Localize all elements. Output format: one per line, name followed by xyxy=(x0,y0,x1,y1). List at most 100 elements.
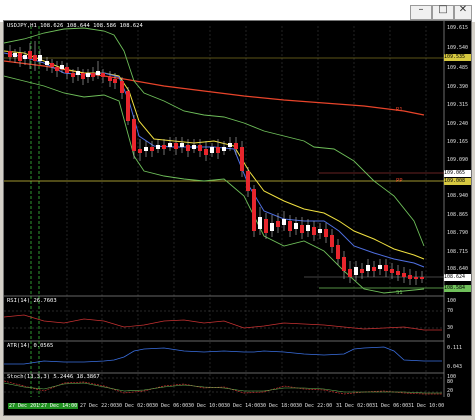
time-tick: 31 Dec 02:00 xyxy=(336,403,373,409)
bear-candle xyxy=(342,257,346,271)
bull-candle xyxy=(282,219,286,225)
bull-candle xyxy=(45,61,49,65)
bull-candle xyxy=(192,145,196,149)
bull-candle xyxy=(318,229,322,233)
time-tick: 30 Dec 10:00 xyxy=(188,403,225,409)
bear-candle xyxy=(18,53,22,61)
bear-candle xyxy=(300,225,304,233)
bear-candle xyxy=(28,51,32,59)
bear-candle xyxy=(348,269,352,277)
bear-candle xyxy=(120,81,124,93)
bull-candle xyxy=(86,73,90,77)
bear-candle xyxy=(150,147,154,151)
chart-area[interactable]: USDJPY,H1 108.626 108.644 108.586 108.62… xyxy=(3,20,472,416)
bull-candle xyxy=(354,267,358,275)
time-tick: 31 Dec 06:00 xyxy=(372,403,409,409)
atr-label: ATR(14) 0.0565 xyxy=(7,343,54,349)
time-tick: 30 Dec 18:00 xyxy=(260,403,297,409)
bull-candle xyxy=(180,143,184,147)
bull-candle xyxy=(168,143,172,147)
bear-candle xyxy=(414,277,418,279)
price-tick: 109.240 xyxy=(447,121,469,127)
price-tick: 109.540 xyxy=(447,45,469,51)
bull-candle xyxy=(76,71,80,75)
bear-candle xyxy=(186,145,190,151)
bear-candle xyxy=(360,269,364,273)
bear-candle xyxy=(276,221,280,227)
bear-candle xyxy=(55,67,59,71)
symbol-text: USDJPY,H1 xyxy=(7,23,37,29)
bear-candle xyxy=(312,227,316,235)
bull-candle xyxy=(156,145,160,149)
bear-candle xyxy=(50,63,54,67)
bear-candle xyxy=(71,73,75,77)
minimize-button[interactable]: – xyxy=(410,4,432,20)
bull-candle xyxy=(258,217,262,229)
stoch-panel xyxy=(4,377,444,395)
bull-candle xyxy=(60,65,64,69)
time-tick: 31 Dec 10:00 xyxy=(408,403,445,409)
price-tick: 109.165 xyxy=(447,139,469,145)
stoch-level: 80 xyxy=(447,379,454,385)
bull-candle xyxy=(96,71,100,75)
bull-candle xyxy=(222,147,226,151)
bear-candle xyxy=(108,77,112,81)
bear-candle xyxy=(330,235,334,247)
bear-candle xyxy=(81,73,85,79)
bear-candle xyxy=(420,277,424,279)
minimize-icon: – xyxy=(418,4,424,15)
bear-candle xyxy=(288,221,292,231)
bull-candle xyxy=(38,55,42,61)
bull-candle xyxy=(378,265,382,269)
close-icon: ✕ xyxy=(458,4,468,15)
bear-candle xyxy=(65,67,69,73)
symbol-label: USDJPY,H1 108.626 108.644 108.586 108.62… xyxy=(7,23,143,29)
price-tick: 108.715 xyxy=(447,249,469,255)
price-chart-svg xyxy=(4,21,445,397)
pp-price-tag: 109.065 xyxy=(444,170,471,177)
maximize-icon: □ xyxy=(438,4,448,15)
bull-candle xyxy=(144,147,148,151)
price-tick: 108.640 xyxy=(447,266,469,272)
time-tick: 27 Dec 22:00 xyxy=(80,403,117,409)
bear-candle xyxy=(8,51,12,57)
chart-window: – □ ✕ USDJPY,H1 108.626 108.644 108.586 … xyxy=(0,0,475,420)
panel-separators xyxy=(4,21,445,397)
bear-candle xyxy=(408,275,412,279)
price-tick: 109.485 xyxy=(447,65,469,71)
atr-panel xyxy=(4,346,442,365)
ohlc-text: 108.626 108.644 108.586 108.624 xyxy=(40,23,143,29)
bear-candle xyxy=(174,143,178,149)
price-tick: 108.940 xyxy=(447,193,469,199)
stoch-level: 0 xyxy=(447,393,451,399)
atr-level: 0.111 xyxy=(447,345,463,351)
band-upper xyxy=(4,27,425,247)
price-tick: 109.390 xyxy=(447,84,469,90)
s1-price-tag: 108.584 xyxy=(444,285,471,292)
bull-candle xyxy=(13,53,17,57)
price-tick: 109.090 xyxy=(447,157,469,163)
window-titlebar: – □ ✕ xyxy=(0,0,475,22)
close-button[interactable]: ✕ xyxy=(454,4,472,20)
bear-candle xyxy=(336,245,340,259)
bear-candle xyxy=(384,265,388,271)
atr-level: 0.043 xyxy=(447,364,463,370)
rsi-level: 0 xyxy=(447,334,451,340)
bear-candle xyxy=(204,149,208,155)
bear-candle xyxy=(162,145,166,149)
bear-candle xyxy=(252,189,256,231)
price-tick: 108.790 xyxy=(447,230,469,236)
maximize-button[interactable]: □ xyxy=(432,4,454,20)
bear-candle xyxy=(390,269,394,273)
bear-candle xyxy=(138,149,142,153)
bear-candle xyxy=(101,73,105,77)
bull-candle xyxy=(306,225,310,231)
rsi-level: 100 xyxy=(447,298,457,304)
bear-candle xyxy=(246,171,250,191)
r1-label: R1 xyxy=(396,107,403,113)
time-tick-highlight: 27 Dec 14:00 xyxy=(40,403,79,409)
bull-candle xyxy=(270,223,274,231)
time-tick: 30 Dec 22:00 xyxy=(296,403,333,409)
bear-candle xyxy=(126,91,130,121)
bear-candle xyxy=(216,147,220,153)
